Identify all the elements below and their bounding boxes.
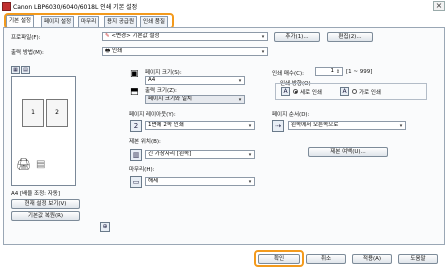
landscape-label: 가로 인쇄: [359, 90, 381, 96]
binding-margin-button[interactable]: 제본 여백(U)...: [308, 147, 388, 157]
printer-icon: 🖶: [105, 48, 112, 54]
spinner-arrows-icon[interactable]: ⇕: [335, 69, 341, 75]
close-icon[interactable]: ×: [433, 1, 445, 11]
copies-spinner[interactable]: 1 ⇕: [315, 67, 343, 76]
binding-dropdown[interactable]: 긴 가장자리 [왼쪽] ▾: [145, 150, 255, 159]
finishing-icon: ▭: [130, 176, 142, 188]
finishing-dropdown[interactable]: 해제 ▾: [145, 177, 255, 186]
page-layout-label: 페이지 레이아웃(Y):: [129, 112, 176, 118]
preview-page-1: 1: [22, 99, 44, 127]
chevron-down-icon: ▾: [248, 123, 252, 129]
page-preview: 1 2 🖨 ▤: [11, 76, 76, 186]
landscape-radio[interactable]: [352, 89, 357, 94]
help-button[interactable]: 도움말: [398, 254, 438, 264]
printer-app-icon: [2, 2, 11, 11]
chevron-down-icon: ▾: [248, 152, 252, 158]
ok-highlight-frame: [254, 250, 304, 267]
chevron-down-icon: ▾: [261, 49, 265, 55]
binding-value: 긴 가장자리 [왼쪽]: [148, 151, 192, 157]
landscape-icon: A: [340, 87, 349, 96]
chevron-down-icon: ▾: [399, 123, 403, 129]
chevron-down-icon: ▾: [261, 34, 265, 40]
paper-stack-icon: ▤: [36, 159, 46, 170]
page-order-label: 페이지 순서(D):: [272, 112, 310, 118]
preview-page-2: 2: [46, 99, 68, 127]
page-size-dropdown[interactable]: A4 ▾: [145, 76, 245, 85]
preview-caption: A4 [배율 조정: 자동]: [11, 191, 61, 197]
finishing-value: 해제: [148, 178, 159, 184]
edit-profile-button[interactable]: 편집(2)...: [327, 32, 373, 42]
binding-label: 제본 위치(B):: [129, 139, 161, 145]
profile-value: <변경> 기본값 설정: [111, 33, 160, 39]
copies-label: 인쇄 매수(C):: [272, 71, 304, 77]
output-size-label: 출력 크기(Z):: [145, 88, 177, 94]
printer-output-icon: 🖨: [16, 157, 32, 171]
cancel-button[interactable]: 취소: [306, 254, 346, 264]
output-size-icon: ⬒: [130, 87, 139, 97]
view-settings-button[interactable]: 현재 설정 보기(V): [11, 199, 80, 209]
page-size-value: A4: [148, 77, 156, 83]
restore-defaults-button[interactable]: 기본값 복원(R): [11, 211, 80, 221]
profile-dropdown[interactable]: ✎ <변경> 기본값 설정 ▾: [102, 32, 268, 41]
output-method-label: 출력 방법(M):: [11, 50, 44, 56]
portrait-radio[interactable]: [293, 89, 298, 94]
preview-layout-icon[interactable]: ▦: [11, 66, 20, 74]
page-size-label: 페이지 크기(S):: [145, 70, 182, 76]
binding-icon: ▥: [130, 149, 142, 161]
page-layout-value: 1면에 2쪽 인쇄: [148, 122, 184, 128]
apply-button[interactable]: 적용(A): [352, 254, 392, 264]
copies-range: [1 ~ 999]: [346, 69, 373, 75]
page-layout-dropdown[interactable]: 1면에 2쪽 인쇄 ▾: [145, 121, 255, 130]
page-order-dropdown[interactable]: 왼쪽에서 오른쪽으로 ▾: [288, 121, 406, 130]
window-title: Canon LBP6030/6040/6018L 인쇄 기본 설정: [13, 4, 138, 11]
output-method-value: 인쇄: [111, 48, 123, 54]
output-size-dropdown[interactable]: 페이지 크기와 일치 ▾: [145, 95, 245, 104]
page-layout-icon: 2: [130, 120, 142, 132]
page-order-icon: ⇢: [272, 120, 284, 132]
info-icon[interactable]: ⊕: [100, 222, 110, 232]
profile-label: 프로파일(F):: [11, 35, 41, 41]
portrait-icon: A: [281, 87, 290, 96]
output-size-value: 페이지 크기와 일치: [148, 96, 192, 102]
preview-settings-icon[interactable]: ▤: [21, 66, 30, 74]
page-order-value: 왼쪽에서 오른쪽으로: [291, 122, 339, 128]
output-method-dropdown[interactable]: 🖶 인쇄 ▾: [102, 47, 268, 56]
add-profile-button[interactable]: 추가(1)...: [274, 32, 320, 42]
finishing-label: 마무리(H):: [129, 167, 155, 173]
portrait-label: 세로 인쇄: [300, 90, 322, 96]
copies-value: 1: [330, 68, 335, 74]
chevron-down-icon: ▾: [248, 179, 252, 185]
chevron-down-icon: ▾: [238, 97, 242, 103]
page-size-icon: ▣: [130, 69, 139, 79]
chevron-down-icon: ▾: [238, 78, 242, 84]
